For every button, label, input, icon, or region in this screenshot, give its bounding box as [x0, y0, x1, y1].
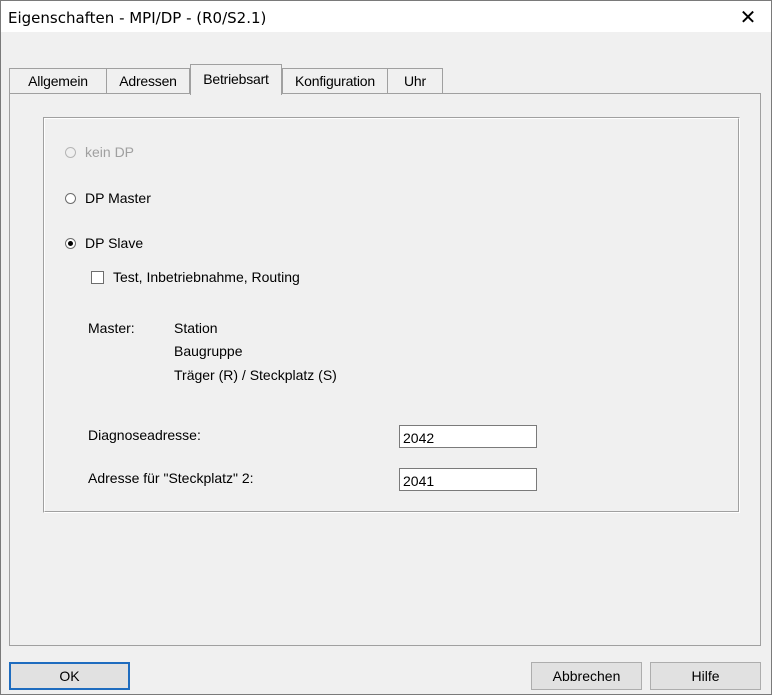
- slot-address-label: Adresse für "Steckplatz" 2:: [88, 470, 254, 486]
- checkbox[interactable]: [91, 270, 104, 284]
- diagnose-address-label: Diagnoseadresse:: [88, 427, 201, 443]
- radio-button[interactable]: [65, 146, 76, 158]
- radio-button[interactable]: [65, 192, 76, 204]
- checkbox-label: Test, Inbetriebnahme, Routing: [113, 269, 300, 285]
- cancel-button[interactable]: Abbrechen: [531, 662, 642, 690]
- radio-button[interactable]: [65, 237, 76, 249]
- tab-betriebsart[interactable]: Betriebsart: [190, 64, 282, 95]
- tab-adressen[interactable]: Adressen: [106, 68, 190, 93]
- help-button[interactable]: Hilfe: [650, 662, 761, 690]
- radio-label: DP Slave: [85, 235, 144, 251]
- radio-dp-master[interactable]: DP Master: [65, 190, 151, 206]
- tab-allgemein[interactable]: Allgemein: [9, 68, 107, 93]
- mode-group: [43, 117, 740, 513]
- properties-dialog: Eigenschaften - MPI/DP - (R0/S2.1) ✕ All…: [0, 0, 772, 695]
- title-bar[interactable]: Eigenschaften - MPI/DP - (R0/S2.1) ✕: [1, 1, 771, 32]
- tab-uhr[interactable]: Uhr: [387, 68, 443, 93]
- tab-konfiguration[interactable]: Konfiguration: [282, 68, 388, 93]
- slot-address-input[interactable]: [399, 468, 537, 491]
- radio-dp-slave[interactable]: DP Slave: [65, 235, 143, 251]
- master-station: Station: [174, 320, 218, 336]
- master-label: Master:: [88, 320, 135, 336]
- ok-button[interactable]: OK: [9, 662, 130, 690]
- window-title: Eigenschaften - MPI/DP - (R0/S2.1): [8, 9, 267, 27]
- diagnose-address-input[interactable]: [399, 425, 537, 448]
- master-slot: Träger (R) / Steckplatz (S): [174, 367, 337, 383]
- radio-label: kein DP: [85, 144, 135, 160]
- close-icon[interactable]: ✕: [725, 1, 771, 32]
- radio-label: DP Master: [85, 190, 151, 206]
- radio-kein-dp[interactable]: kein DP: [65, 144, 134, 160]
- tab-page-betriebsart: kein DP DP Master DP Slave Test, Inbetri…: [9, 93, 761, 646]
- master-baugruppe: Baugruppe: [174, 343, 243, 359]
- test-routing-checkbox[interactable]: Test, Inbetriebnahme, Routing: [91, 269, 300, 285]
